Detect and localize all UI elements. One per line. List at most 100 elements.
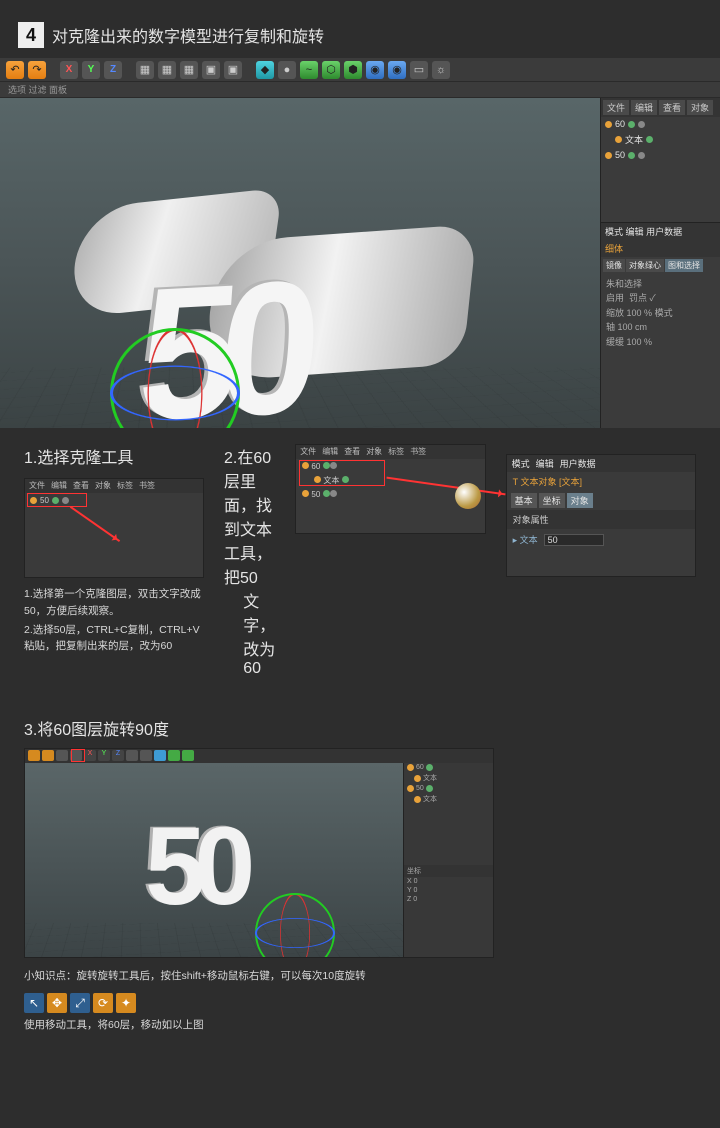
tree-item[interactable]: 60 [404,763,493,772]
material-sphere-icon [455,483,481,509]
annotation-arrow [70,506,120,542]
app-screenshot-step3: X Y Z 50 60 文本 50 文本 坐标 X 0Y 0Z 0 [24,748,494,958]
camera-icon[interactable]: ▭ [410,61,428,79]
mini-attribute-panel: 模式编辑用户数据 T 文本对象 [文本] 基本 坐标 对象 对象属性 ▸ 文本 [506,454,696,577]
object-icon[interactable]: ◉ [366,61,384,79]
3d-viewport[interactable]: 50 [25,763,403,957]
primitive-cube-icon[interactable]: ◆ [256,61,274,79]
move-tool-icon[interactable]: ✥ [47,993,67,1013]
tool-icon[interactable] [126,750,138,761]
axis-x-button[interactable]: X [60,61,78,79]
mini-object-manager: 文件编辑查看对象标签书签 50 [24,478,204,578]
caption: 1.选择第一个克隆图层，双击文字改成50，方便后续观察。 [24,586,204,620]
app-toolbar: ↶ ↷ X Y Z ▦ ▦ ▦ ▣ ▣ ◆ ● ~ ⬡ ⬢ ◉ ◉ ▭ ☼ [0,58,720,82]
section-title: 1.选择克隆工具 [24,444,204,468]
vis-icon[interactable] [638,121,645,128]
viewport-menubar: 选项 过滤 面板 [0,82,720,98]
generator-icon[interactable] [168,750,180,761]
highlight-box [299,460,385,486]
attribute-panel: 模式 编辑 用户数据 细体 镜像 对象绿心 图和选择 朱和选择 启用 罚点 ✓ … [601,222,720,352]
tool-icon[interactable] [56,750,68,761]
object-manager-panel: 文件 编辑 查看 对象 60 文本 50 模式 编辑 用户数据 细体 镜像 对象… [600,98,720,428]
text-field-row: ▸ 文本 [507,529,695,550]
attr-tab[interactable]: 图和选择 [665,259,703,272]
tool-icon[interactable]: ▦ [158,61,176,79]
axis-z-button[interactable]: Z [112,750,124,761]
axis-z-button[interactable]: Z [104,61,122,79]
rotate-tool-icon[interactable]: ⟳ [93,993,113,1013]
vis-icon[interactable] [628,152,635,159]
tab[interactable]: 编辑 [631,100,657,115]
attr-header: 坐标 [404,865,493,877]
object-name: 细体 [601,240,720,257]
generator-icon[interactable]: ⬡ [322,61,340,79]
step-number-badge: 4 [18,22,44,48]
rotation-gizmo[interactable] [255,893,335,957]
generator-icon[interactable] [182,750,194,761]
highlight-box [27,493,87,507]
step-title: 对克隆出来的数字模型进行复制和旋转 [52,23,324,47]
tree-item[interactable]: 文本 [601,131,720,148]
clone-icon [605,152,612,159]
vis-icon[interactable] [646,136,653,143]
tip-text: 小知识点：旋转旋转工具后，按住shift+移动鼠标右键，可以每次10度旋转 [24,968,696,983]
attr-tab[interactable]: 对象绿心 [626,259,664,272]
undo-icon[interactable]: ↶ [6,61,24,79]
redo-icon[interactable]: ↷ [28,61,46,79]
section-1: 1.选择克隆工具 文件编辑查看对象标签书签 50 1.选择第一个克隆图层，双击文… [24,444,204,655]
section-label: 对象属性 [507,510,695,529]
tree-item[interactable]: 60 [601,117,720,131]
gizmo-ring-z[interactable] [255,918,335,948]
3d-viewport[interactable]: 50 [0,98,600,428]
tab[interactable]: 对象 [687,100,713,115]
tool-icon[interactable]: ▦ [136,61,154,79]
tree-item[interactable]: 50 [404,784,493,793]
grid-floor [0,367,600,428]
scale-tool-icon[interactable]: ⤢ [70,993,90,1013]
axis-y-button[interactable]: Y [98,750,110,761]
axis-x-button[interactable]: X [84,750,96,761]
clone-icon [605,121,612,128]
object-icon[interactable]: ◉ [388,61,406,79]
section-title: 2.在60层里面，找到文本工具，把50文字，改为60 [224,444,275,678]
tab[interactable]: 查看 [659,100,685,115]
tool-icon[interactable] [140,750,152,761]
render-settings-icon[interactable]: ▣ [224,61,242,79]
tool-icon[interactable] [28,750,40,761]
rotation-gizmo[interactable] [110,328,240,428]
mini-side-panel: 60 文本 50 文本 坐标 X 0Y 0Z 0 [403,763,493,957]
tool-icon[interactable] [42,750,54,761]
tree-item[interactable]: 50 [601,148,720,162]
text-icon [615,136,622,143]
attr-tab[interactable]: 对象 [567,493,593,508]
primitive-icon[interactable] [154,750,166,761]
attr-tab[interactable]: 基本 [511,493,537,508]
tree-item[interactable]: 文本 [404,772,493,784]
render-icon[interactable]: ▣ [202,61,220,79]
highlight-box [71,749,85,762]
field-label: ▸ 文本 [513,533,538,546]
mini-toolbar: X Y Z [25,749,493,763]
tab[interactable]: 文件 [603,100,629,115]
tool-icon[interactable]: ● [278,61,296,79]
caption: 2.选择50层，CTRL+C复制，CTRL+V粘贴，把复制出来的层，改为60 [24,622,204,656]
tool-icon-row: ↖ ✥ ⤢ ⟳ ✦ [24,993,696,1013]
gizmo-ring-z[interactable] [110,366,240,421]
text-input[interactable] [544,534,604,546]
step-header: 4 对克隆出来的数字模型进行复制和旋转 [0,0,720,58]
tool-icon[interactable]: ▦ [180,61,198,79]
attr-tab[interactable]: 镜像 [603,259,625,272]
deformer-icon[interactable]: ⬢ [344,61,362,79]
select-tool-icon[interactable]: ↖ [24,993,44,1013]
axis-y-button[interactable]: Y [82,61,100,79]
vis-icon[interactable] [638,152,645,159]
vis-icon[interactable] [628,121,635,128]
attr-tab[interactable]: 坐标 [539,493,565,508]
attr-tabs: 镜像 对象绿心 图和选择 [601,257,720,274]
spline-icon[interactable]: ~ [300,61,318,79]
tree-item[interactable]: 文本 [404,793,493,805]
app-screenshot-main: ↶ ↷ X Y Z ▦ ▦ ▦ ▣ ▣ ◆ ● ~ ⬡ ⬢ ◉ ◉ ▭ ☼ 选项… [0,58,720,428]
tool-icon[interactable]: ✦ [116,993,136,1013]
section-title: 3.将60图层旋转90度 [24,716,720,740]
light-icon[interactable]: ☼ [432,61,450,79]
